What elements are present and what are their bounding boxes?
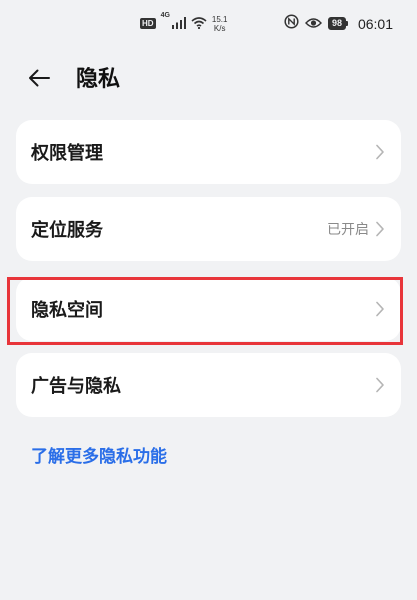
location-status-value: 已开启 <box>327 222 369 238</box>
signal-icon <box>171 14 186 33</box>
hd-badge: HD <box>140 18 156 29</box>
chevron-right-icon <box>376 144 384 160</box>
status-bar-right: 98 06:01 <box>284 14 393 33</box>
menu-item-label: 权限管理 <box>31 143 103 164</box>
back-arrow-icon <box>28 69 50 91</box>
status-bar-left: HD 4G 15.1 K/s <box>140 12 228 33</box>
menu-item-label: 定位服务 <box>31 220 103 241</box>
chevron-right-icon <box>376 377 384 393</box>
learn-more-privacy-link[interactable]: 了解更多隐私功能 <box>31 442 167 467</box>
network-speed: 15.1 K/s <box>212 15 228 33</box>
menu-item-label: 广告与隐私 <box>31 376 121 397</box>
menu-item-private-space[interactable]: 隐私空间 <box>16 277 401 341</box>
page-title: 隐私 <box>76 67 121 92</box>
network-type: 4G <box>160 12 170 19</box>
wifi-icon <box>191 14 207 33</box>
status-bar: HD 4G 15.1 K/s 98 06:01 <box>0 0 417 50</box>
eye-icon <box>304 14 322 33</box>
title-bar: 隐私 <box>0 55 417 105</box>
clock: 06:01 <box>357 15 393 32</box>
menu-item-permission-management[interactable]: 权限管理 <box>16 120 401 184</box>
speed-value: 15.1 <box>211 14 228 24</box>
battery-level: 98 <box>327 17 346 30</box>
chevron-right-icon <box>376 301 384 317</box>
speed-unit: K/s <box>213 23 226 33</box>
battery-icon: 98 <box>327 17 348 30</box>
nfc-icon <box>284 14 299 33</box>
menu-item-ads-and-privacy[interactable]: 广告与隐私 <box>16 353 401 417</box>
chevron-right-icon <box>376 221 384 237</box>
menu-item-label: 隐私空间 <box>31 300 103 321</box>
back-button[interactable] <box>22 63 56 97</box>
menu-item-location-services[interactable]: 定位服务 已开启 <box>16 197 401 261</box>
